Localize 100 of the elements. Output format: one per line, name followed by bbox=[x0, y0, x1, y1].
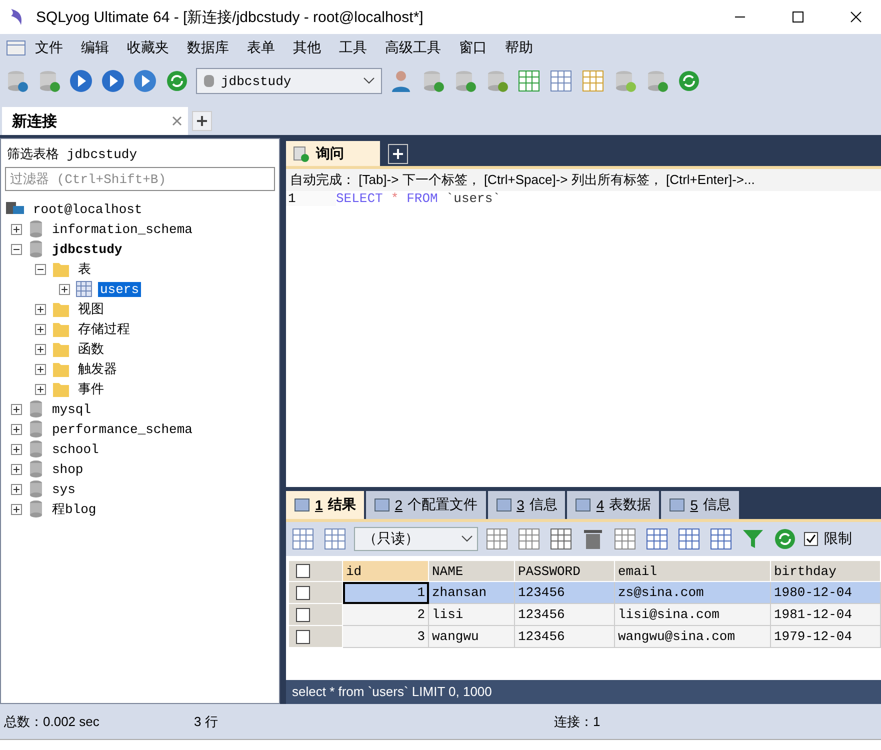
expand-icon[interactable] bbox=[59, 284, 70, 294]
database-icon bbox=[28, 480, 44, 498]
database-icon bbox=[28, 420, 44, 438]
tree-item[interactable]: 存储过程 bbox=[76, 320, 132, 338]
expand-icon[interactable] bbox=[11, 464, 22, 474]
table-cell: 123456 bbox=[514, 604, 614, 626]
tree-root[interactable]: root@localhost bbox=[31, 202, 144, 216]
result-tab[interactable]: 4 表数据 bbox=[567, 491, 660, 519]
expand-icon[interactable] bbox=[35, 364, 46, 374]
expand-icon[interactable] bbox=[11, 444, 22, 454]
database-icon bbox=[28, 500, 44, 518]
menu-item[interactable]: 其他 bbox=[284, 39, 330, 57]
table-icon[interactable] bbox=[548, 68, 574, 94]
status-text: 3 行 bbox=[193, 712, 219, 730]
menu-item[interactable]: 窗口 bbox=[450, 39, 496, 57]
menu-item[interactable]: 工具 bbox=[330, 39, 376, 57]
table-cell: 123456 bbox=[514, 582, 614, 604]
tree-item[interactable]: school bbox=[50, 442, 101, 456]
row-checkbox[interactable] bbox=[296, 608, 310, 622]
tree-item[interactable]: 触发器 bbox=[76, 360, 119, 378]
table-cell: lisi@sina.com bbox=[614, 604, 770, 626]
tree-item[interactable]: 事件 bbox=[76, 380, 106, 398]
database-dropdown[interactable]: jdbcstudy bbox=[196, 68, 382, 94]
tree-item[interactable]: 视图 bbox=[76, 300, 106, 318]
tree-item[interactable]: users bbox=[98, 282, 142, 296]
menu-item[interactable]: 数据库 bbox=[178, 39, 238, 57]
table-cell: zhansan bbox=[428, 582, 514, 604]
refresh-icon[interactable] bbox=[772, 526, 798, 552]
result-tab[interactable]: 3 信息 bbox=[488, 491, 566, 519]
tree-item[interactable]: mysql bbox=[50, 402, 94, 416]
tab-icon bbox=[496, 497, 512, 513]
column-header[interactable]: birthday bbox=[770, 560, 880, 582]
close-icon[interactable] bbox=[850, 11, 862, 23]
tree-item[interactable]: 程blog bbox=[50, 500, 98, 518]
expand-icon[interactable] bbox=[11, 404, 22, 414]
tree-item[interactable]: jdbcstudy bbox=[50, 242, 124, 256]
row-checkbox[interactable] bbox=[296, 586, 310, 600]
menu-item[interactable]: 表单 bbox=[238, 39, 284, 57]
database-icon bbox=[28, 440, 44, 458]
limit-label: 限制 bbox=[824, 530, 852, 548]
expand-icon[interactable] bbox=[35, 304, 46, 314]
result-tab[interactable]: 1 结果 bbox=[286, 491, 364, 519]
menu-item[interactable]: 编辑 bbox=[72, 39, 118, 57]
result-tab[interactable]: 5 信息 bbox=[661, 491, 739, 519]
plus-icon bbox=[196, 115, 208, 127]
select-all-checkbox[interactable] bbox=[296, 564, 310, 578]
expand-icon[interactable] bbox=[35, 324, 46, 334]
expand-icon[interactable] bbox=[11, 424, 22, 434]
expand-icon[interactable] bbox=[35, 344, 46, 354]
database-icon bbox=[28, 240, 44, 258]
caret-icon bbox=[363, 77, 375, 85]
expand-icon[interactable] bbox=[11, 484, 22, 494]
mode-dropdown[interactable]: （只读） bbox=[354, 527, 478, 551]
tab-icon bbox=[294, 497, 310, 513]
menu-item[interactable]: 收藏夹 bbox=[118, 39, 178, 57]
table-cell: 2 bbox=[342, 604, 428, 626]
filter-input[interactable]: 过滤器 (Ctrl+Shift+B) bbox=[5, 167, 275, 191]
caret-icon bbox=[461, 535, 473, 543]
expand-icon[interactable] bbox=[35, 384, 46, 394]
table-cell: zs@sina.com bbox=[614, 582, 770, 604]
expand-icon[interactable] bbox=[11, 504, 22, 514]
expand-icon[interactable] bbox=[11, 224, 22, 234]
line-number: 1 bbox=[286, 191, 336, 206]
filter-heading: 筛选表格 jdbcstudy bbox=[6, 146, 138, 164]
sql-status-bar: select * from `users` LIMIT 0, 1000 bbox=[286, 680, 881, 704]
window-menu-icon[interactable] bbox=[6, 40, 26, 56]
menu-item[interactable]: 帮助 bbox=[496, 39, 542, 57]
column-header[interactable]: email bbox=[614, 560, 770, 582]
tree-item[interactable]: performance_schema bbox=[50, 422, 194, 436]
menu-item[interactable]: 文件 bbox=[26, 39, 72, 57]
table-cell: 1 bbox=[342, 582, 428, 604]
result-tab[interactable]: 2 个配置文件 bbox=[366, 491, 486, 519]
row-checkbox[interactable] bbox=[296, 630, 310, 644]
collapse-icon[interactable] bbox=[35, 264, 46, 274]
status-text: 总数：0.002 sec bbox=[3, 712, 100, 730]
tree-item[interactable]: information_schema bbox=[50, 222, 194, 236]
table-cell: 3 bbox=[342, 626, 428, 648]
play-icon[interactable] bbox=[68, 68, 94, 94]
column-header[interactable]: id bbox=[342, 560, 428, 582]
new-tab-button[interactable] bbox=[192, 111, 212, 131]
tree-item[interactable]: 表 bbox=[76, 260, 93, 278]
database-icon bbox=[28, 460, 44, 478]
connection-tab[interactable]: 新连接 bbox=[2, 107, 188, 135]
grid-icon[interactable] bbox=[290, 526, 316, 552]
tree-item[interactable]: shop bbox=[50, 462, 86, 476]
query-tab[interactable]: 询问 bbox=[286, 141, 380, 166]
column-header[interactable]: PASSWORD bbox=[514, 560, 614, 582]
limit-checkbox[interactable] bbox=[804, 532, 818, 546]
grid-view-icon[interactable] bbox=[644, 526, 670, 552]
tree-item[interactable]: 函数 bbox=[76, 340, 106, 358]
new-query-button[interactable] bbox=[388, 144, 408, 164]
table-cell: 1980-12-04 bbox=[770, 582, 880, 604]
query-editor[interactable]: 自动完成： [Tab]-> 下一个标签， [Ctrl+Space]-> 列出所有标签， [Ctrl+Enter]->... 1 SELECT * FROM `users` bbox=[286, 166, 881, 487]
maximize-icon[interactable] bbox=[792, 11, 804, 23]
plus-icon bbox=[392, 148, 404, 160]
folder-icon bbox=[52, 360, 70, 378]
menu-item[interactable]: 高级工具 bbox=[376, 39, 450, 57]
collapse-icon[interactable] bbox=[11, 244, 22, 254]
column-header[interactable]: NAME bbox=[428, 560, 514, 582]
tree-item[interactable]: sys bbox=[50, 482, 78, 496]
